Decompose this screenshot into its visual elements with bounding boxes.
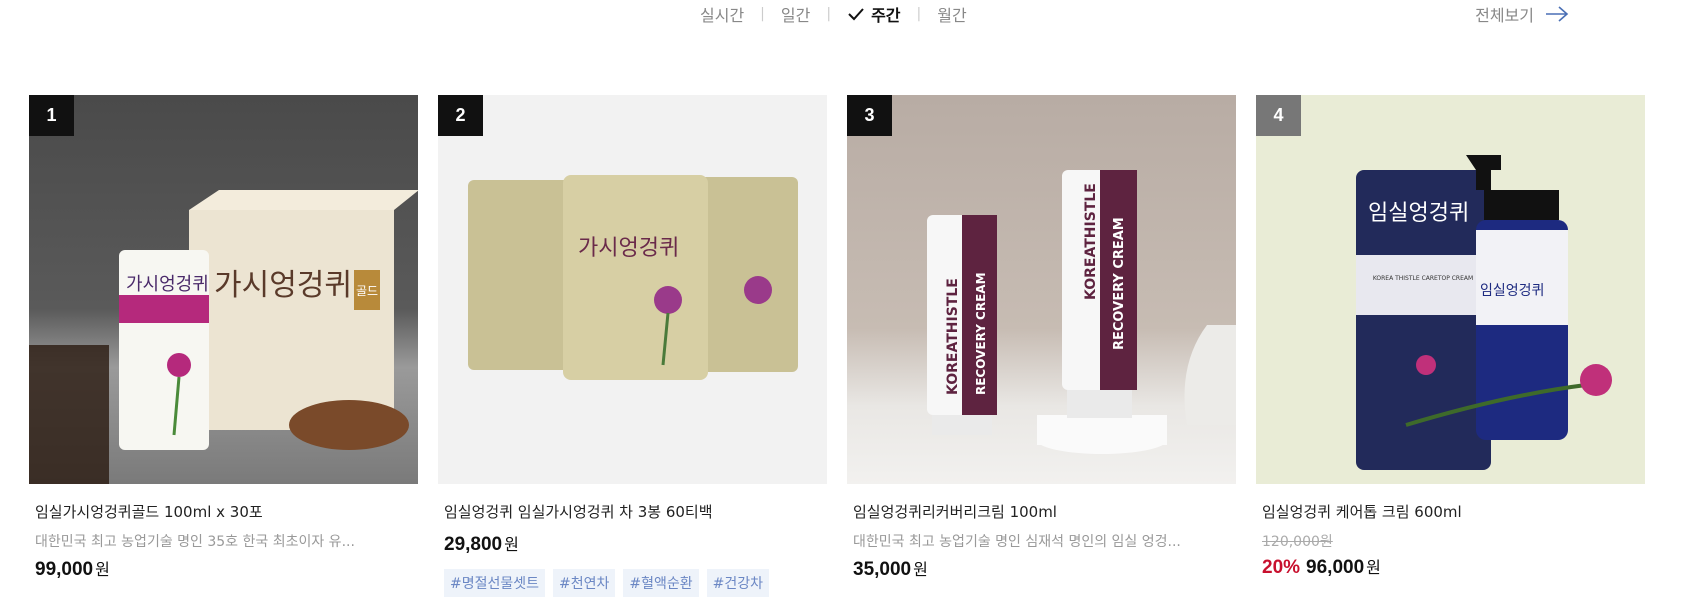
tab-label: 월간 [937, 6, 967, 25]
divider: | [760, 6, 765, 22]
divider: | [826, 6, 832, 22]
product-price: 20% 96,000 원 [1256, 554, 1645, 579]
product-price: 99,000 원 [29, 556, 418, 581]
product-card[interactable]: 3 KOREATHISTLE RECOVERY CREAM KOREATHIST… [847, 95, 1236, 597]
product-card[interactable]: 2 가시엉겅퀴 임실엉겅퀴 임실가시엉겅퀴 차 3봉 60티백 29,800 원 … [438, 95, 827, 597]
product-image[interactable]: 3 KOREATHISTLE RECOVERY CREAM KOREATHIST… [847, 95, 1236, 484]
check-icon [848, 8, 864, 21]
product-photo: 가시엉겅퀴 [468, 175, 798, 380]
tab-daily[interactable]: 일간 [781, 2, 810, 26]
arrow-right-icon [1546, 6, 1569, 22]
tab-realtime[interactable]: 실시간 [700, 2, 744, 26]
product-image[interactable]: 4 임실엉겅퀴 KOREA THISTLE CARETOP CREAM 임실엉겅… [1256, 95, 1645, 484]
tag-item[interactable]: #천연차 [553, 569, 616, 597]
product-card[interactable]: 4 임실엉겅퀴 KOREA THISTLE CARETOP CREAM 임실엉겅… [1256, 95, 1645, 597]
product-label: RECOVERY CREAM [1112, 217, 1127, 350]
product-photo: 가시엉겅퀴 골드 가시엉겅퀴 [29, 190, 418, 484]
product-name[interactable]: 임실엉겅퀴 케어톱 크림 600ml [1256, 501, 1645, 522]
discount-rate: 20% [1262, 557, 1301, 578]
brand-label: KOREATHISTLE [1083, 183, 1099, 300]
price-value: 29,800 [444, 534, 503, 555]
tab-label: 실시간 [700, 6, 745, 25]
tab-label: 일간 [780, 6, 811, 25]
label-text: KOREA THISTLE CARETOP CREAM [1373, 275, 1473, 282]
product-photo: KOREATHISTLE RECOVERY CREAM KOREATHISTLE… [927, 170, 1236, 454]
rank-badge: 1 [29, 95, 74, 136]
pouch-label: 가시엉겅퀴 [126, 274, 209, 295]
price-value: 35,000 [853, 559, 912, 580]
price-unit: 원 [95, 560, 110, 579]
tag-item[interactable]: #혈액순환 [623, 569, 699, 597]
price-value: 96,000 [1306, 557, 1365, 578]
view-all-label: 전체보기 [1475, 6, 1534, 25]
bottle-label: 임실엉겅퀴 [1480, 283, 1544, 299]
rank-badge: 4 [1256, 95, 1301, 136]
pouch-label: 가시엉겅퀴 [578, 236, 679, 261]
product-label: RECOVERY CREAM [974, 272, 988, 395]
product-image[interactable]: 2 가시엉겅퀴 [438, 95, 827, 484]
product-name[interactable]: 임실엉겅퀴리커버리크림 100ml [847, 501, 1236, 522]
product-card[interactable]: 1 가시엉겅퀴 골드 가시엉겅퀴 임실가시엉겅퀴골드 100ml x 30포 대… [29, 95, 418, 597]
product-list: 1 가시엉겅퀴 골드 가시엉겅퀴 임실가시엉겅퀴골드 100ml x 30포 대… [29, 95, 1645, 597]
product-description: 대한민국 최고 농업기술 명인 35호 한국 최초이자 유... [35, 534, 355, 550]
box-label: 가시엉겅퀴 [214, 268, 352, 303]
product-price: 29,800 원 [438, 531, 827, 556]
original-price: 120,000원 [1262, 534, 1333, 550]
brand-label: KOREATHISTLE [945, 278, 961, 395]
price-unit: 원 [913, 560, 928, 579]
tag-list: #명절선물셋트 #천연차 #혈액순환 #건강차 [438, 569, 827, 597]
gold-label: 골드 [356, 284, 378, 298]
can-label: 임실엉겅퀴 [1368, 201, 1469, 226]
product-photo: 임실엉겅퀴 KOREA THISTLE CARETOP CREAM 임실엉겅퀴 [1356, 155, 1612, 470]
product-image[interactable]: 1 가시엉겅퀴 골드 가시엉겅퀴 [29, 95, 418, 484]
price-unit: 원 [1366, 558, 1381, 577]
product-price: 35,000 원 [847, 556, 1236, 581]
tab-weekly[interactable]: 주간 [847, 2, 901, 26]
product-name[interactable]: 임실엉겅퀴 임실가시엉겅퀴 차 3봉 60티백 [438, 501, 827, 522]
tab-label: 주간 [871, 6, 901, 25]
price-unit: 원 [504, 535, 519, 554]
period-tabs: 실시간 | 일간 | 주간 | 월간 [700, 2, 967, 26]
rank-badge: 3 [847, 95, 892, 136]
divider: | [916, 6, 922, 22]
tag-item[interactable]: #건강차 [706, 569, 770, 597]
tab-monthly[interactable]: 월간 [937, 2, 966, 26]
product-description: 대한민국 최고 농업기술 명인 심재석 명인의 임실 엉겅... [853, 534, 1181, 550]
view-all-link[interactable]: 전체보기 [1475, 2, 1570, 26]
product-name[interactable]: 임실가시엉겅퀴골드 100ml x 30포 [29, 501, 418, 522]
price-value: 99,000 [35, 559, 94, 580]
rank-badge: 2 [438, 95, 483, 136]
tag-item[interactable]: #명절선물셋트 [444, 569, 546, 597]
